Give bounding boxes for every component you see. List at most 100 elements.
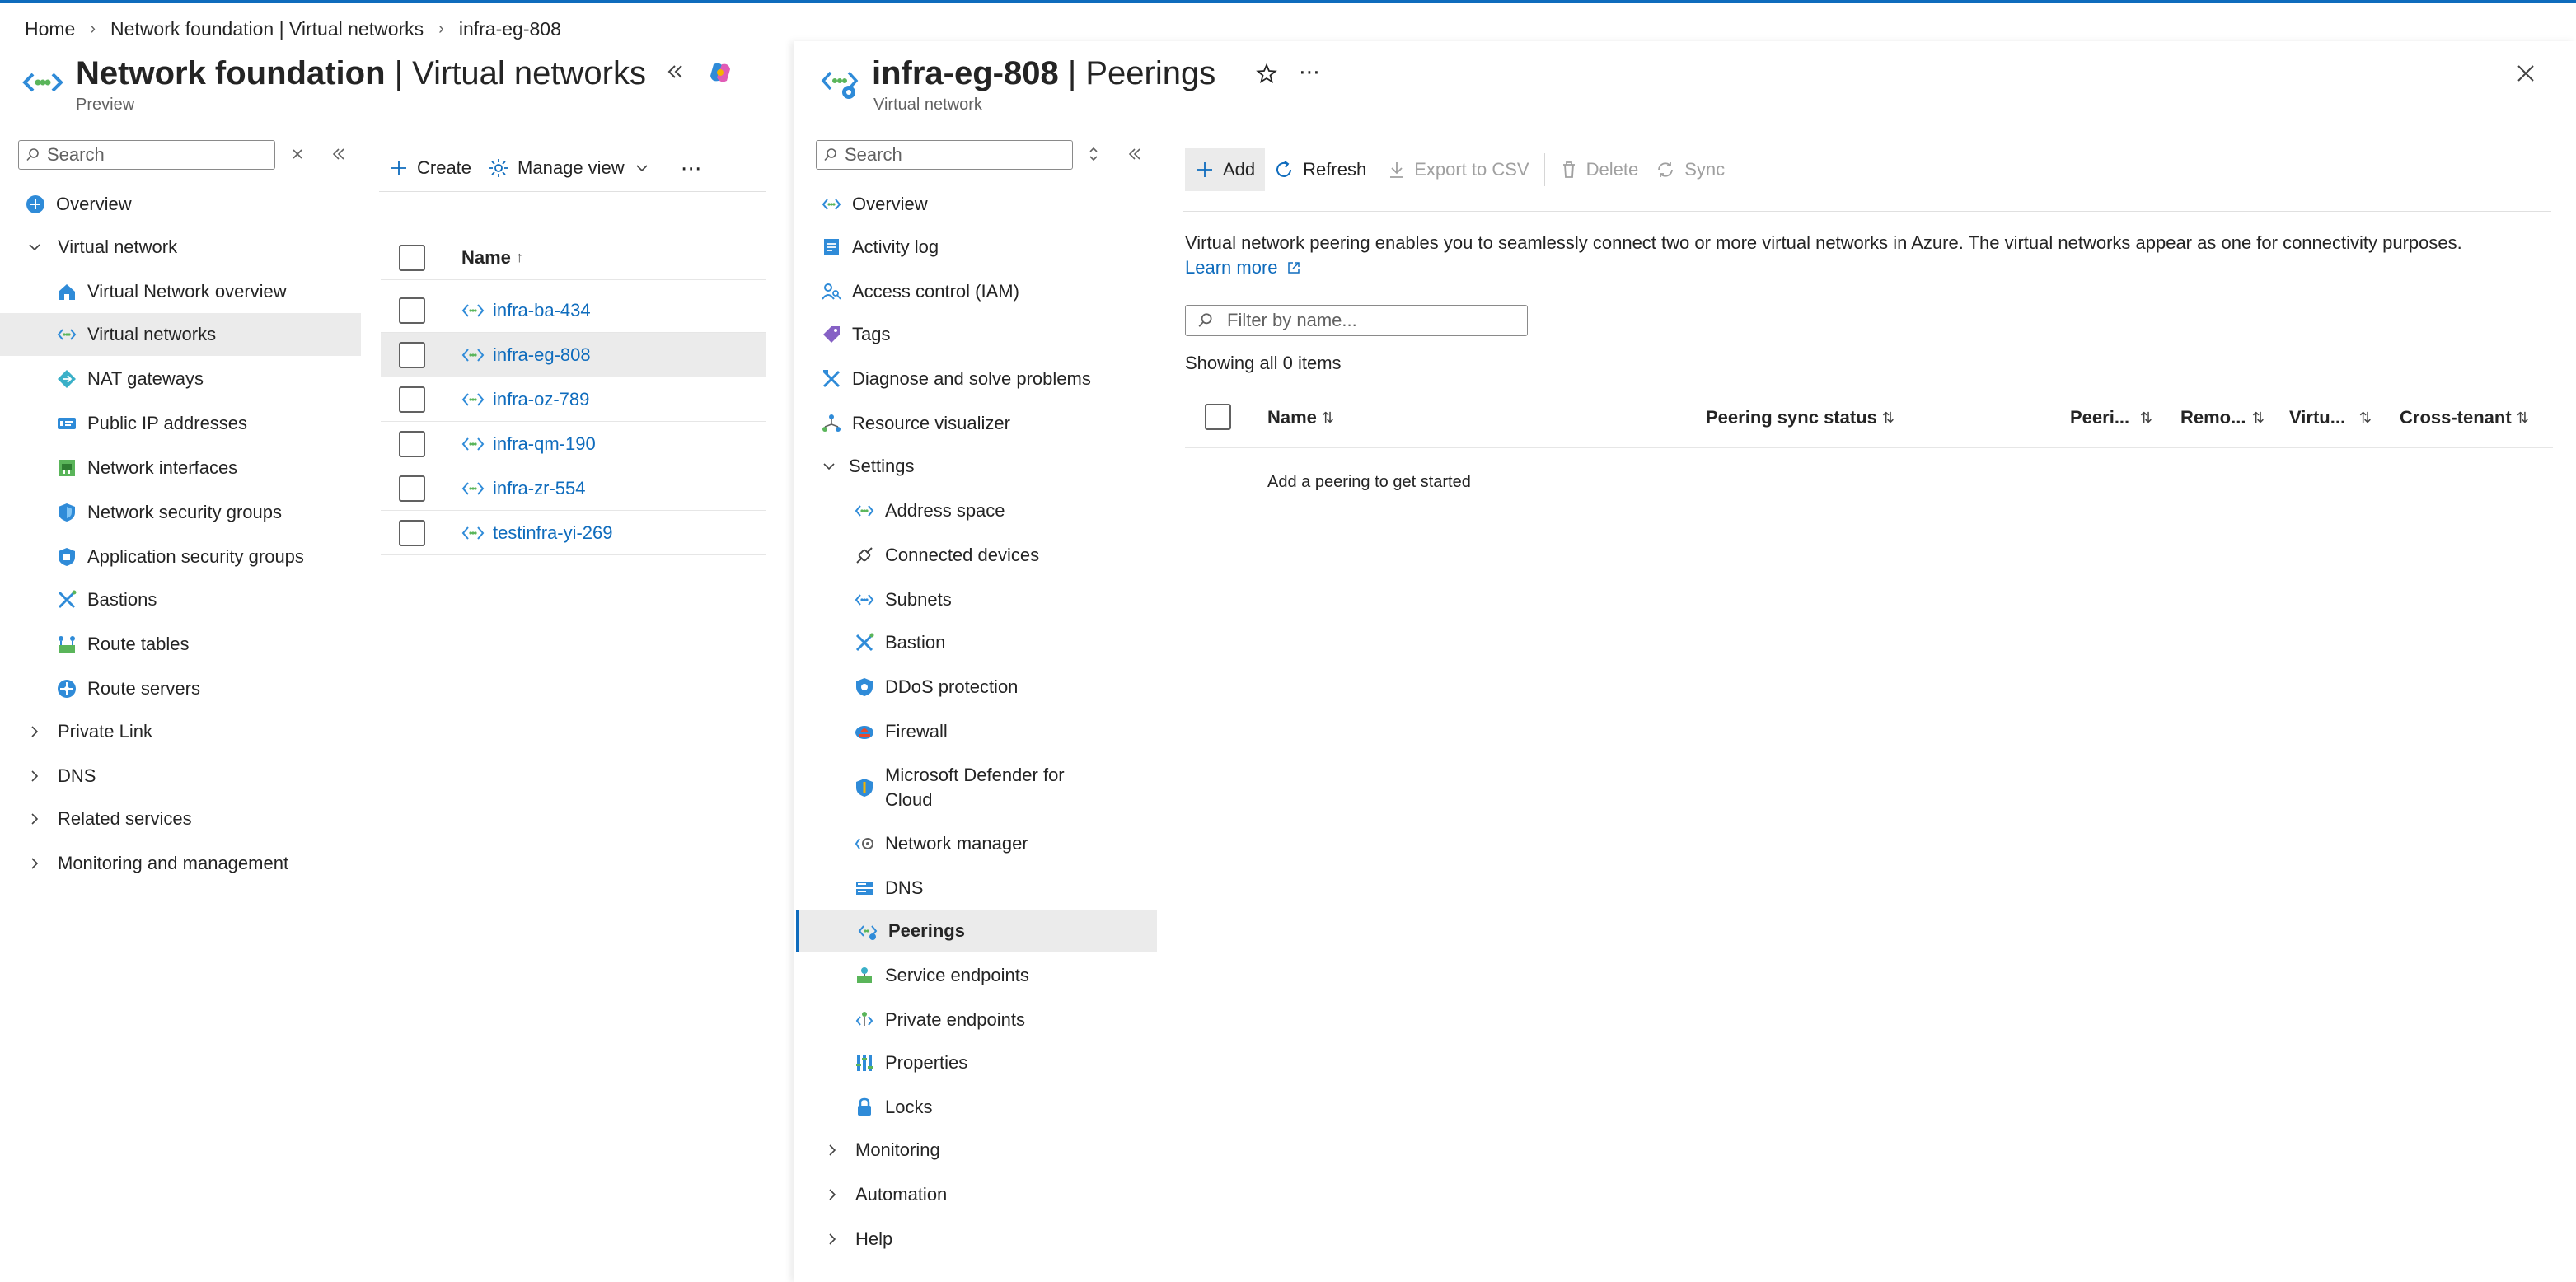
nav-virtual-networks[interactable]: Virtual networks xyxy=(0,313,361,356)
collapse-nav-icon[interactable] xyxy=(330,145,348,167)
table-row[interactable]: infra-ba-434 xyxy=(381,288,766,333)
nav-nsg[interactable]: Network security groups xyxy=(18,491,361,534)
select-all-peerings-checkbox[interactable] xyxy=(1205,404,1231,430)
menu-subnets[interactable]: Subnets xyxy=(816,578,1157,621)
menu-peerings[interactable]: Peerings xyxy=(796,910,1157,952)
menu-resource-visualizer[interactable]: Resource visualizer xyxy=(816,402,1157,445)
row-checkbox[interactable] xyxy=(399,430,425,457)
breadcrumb-home[interactable]: Home xyxy=(25,18,75,40)
menu-group-automation[interactable]: Automation xyxy=(816,1173,1157,1216)
add-peering-button[interactable]: Add xyxy=(1185,148,1266,191)
menu-address-space[interactable]: Address space xyxy=(816,489,1157,532)
manage-view-button[interactable]: Manage view xyxy=(480,148,658,188)
menu-private-endpoints[interactable]: Private endpoints xyxy=(816,999,1157,1041)
refresh-label: Refresh xyxy=(1303,159,1367,180)
menu-firewall[interactable]: Firewall xyxy=(816,710,1157,753)
row-checkbox[interactable] xyxy=(399,386,425,413)
menu-group-monitoring[interactable]: Monitoring xyxy=(816,1129,1157,1172)
filter-by-name-input[interactable]: Filter by name... xyxy=(1185,305,1528,336)
nav-asg-label: Application security groups xyxy=(87,546,304,567)
menu-overview[interactable]: Overview xyxy=(816,183,1157,226)
menu-activity-log-label: Activity log xyxy=(852,236,939,257)
left-nav-search-input[interactable]: Search xyxy=(18,140,275,170)
menu-group-settings[interactable]: Settings xyxy=(816,445,1157,488)
nav-network-interfaces[interactable]: Network interfaces xyxy=(18,447,361,489)
vnet-name-link[interactable]: infra-zr-554 xyxy=(493,478,585,499)
table-row[interactable]: infra-qm-190 xyxy=(381,422,766,466)
row-checkbox[interactable] xyxy=(399,519,425,546)
vnet-name-link[interactable]: testinfra-yi-269 xyxy=(493,522,613,544)
menu-network-manager-label: Network manager xyxy=(885,833,1028,854)
resource-menu-search-input[interactable]: Search xyxy=(816,140,1073,170)
menu-dns[interactable]: DNS xyxy=(816,867,1157,910)
expand-collapse-all-icon[interactable] xyxy=(1086,145,1101,167)
table-row[interactable]: testinfra-yi-269 xyxy=(381,511,766,555)
row-checkbox[interactable] xyxy=(399,297,425,324)
nav-overview[interactable]: Overview xyxy=(18,183,361,226)
menu-activity-log[interactable]: Activity log xyxy=(816,226,1157,269)
nav-nat-gateways[interactable]: NAT gateways xyxy=(18,358,361,400)
nav-group-related-services[interactable]: Related services xyxy=(18,798,361,840)
table-row[interactable]: infra-zr-554 xyxy=(381,466,766,511)
nav-asg[interactable]: Application security groups xyxy=(18,536,361,578)
vnet-name-link[interactable]: infra-ba-434 xyxy=(493,300,591,321)
nav-bastions[interactable]: Bastions xyxy=(18,578,361,621)
menu-bastion[interactable]: Bastion xyxy=(816,621,1157,664)
sync-button[interactable]: Sync xyxy=(1646,150,1733,189)
menu-service-endpoints[interactable]: Service endpoints xyxy=(816,954,1157,997)
nav-public-ip[interactable]: Public IP addresses xyxy=(18,402,361,445)
col-remote-header[interactable]: Remo... ⇅ xyxy=(2180,407,2265,428)
col-virtual-network-header[interactable]: Virtu... ⇅ xyxy=(2289,407,2372,428)
learn-more-label: Learn more xyxy=(1185,257,1278,278)
refresh-button[interactable]: Refresh xyxy=(1265,150,1375,189)
table-row[interactable]: infra-eg-808 xyxy=(381,333,766,377)
menu-diagnose[interactable]: Diagnose and solve problems xyxy=(816,358,1157,400)
row-checkbox[interactable] xyxy=(399,475,425,502)
clear-search-icon[interactable] xyxy=(290,147,305,166)
copilot-icon[interactable] xyxy=(707,59,733,90)
vnet-name-link[interactable]: infra-oz-789 xyxy=(493,389,589,410)
menu-connected-devices-label: Connected devices xyxy=(885,545,1040,565)
close-blade-icon[interactable] xyxy=(2515,63,2536,88)
menu-tags[interactable]: Tags xyxy=(816,313,1157,356)
col-peering-status-header[interactable]: Peeri... ⇅ xyxy=(2070,407,2152,428)
nav-group-monitoring-management[interactable]: Monitoring and management xyxy=(18,842,361,885)
create-button[interactable]: Create xyxy=(381,148,480,188)
star-favorite-icon[interactable] xyxy=(1256,63,1277,88)
nav-group-virtual-network[interactable]: Virtual network xyxy=(18,226,361,269)
col-peering-sync-status-header[interactable]: Peering sync status ⇅ xyxy=(1706,407,1895,428)
col-name-header[interactable]: Name ⇅ xyxy=(1267,407,1334,428)
menu-locks[interactable]: Locks xyxy=(816,1086,1157,1129)
name-column-header[interactable]: Name ↑ xyxy=(461,247,523,269)
blade-title: infra-eg-808 | Peerings xyxy=(872,51,1215,96)
menu-network-manager[interactable]: Network manager xyxy=(816,822,1157,865)
vnet-name-link[interactable]: infra-eg-808 xyxy=(493,344,591,366)
export-csv-button[interactable]: Export to CSV xyxy=(1379,150,1537,189)
delete-button[interactable]: Delete xyxy=(1552,150,1647,189)
menu-properties[interactable]: Properties xyxy=(816,1041,1157,1084)
col-name-label: Name xyxy=(1267,407,1317,428)
menu-iam[interactable]: Access control (IAM) xyxy=(816,270,1157,313)
table-row[interactable]: infra-oz-789 xyxy=(381,377,766,422)
nat-gateway-icon xyxy=(54,367,79,391)
menu-group-help[interactable]: Help xyxy=(816,1218,1157,1261)
blade-more-options-icon[interactable]: ⋯ xyxy=(1299,59,1322,85)
col-cross-tenant-header[interactable]: Cross-tenant ⇅ xyxy=(2400,407,2529,428)
collapse-menu-icon[interactable] xyxy=(1126,145,1144,167)
more-options-icon[interactable]: ⋯ xyxy=(672,148,712,188)
nav-route-tables[interactable]: Route tables xyxy=(18,623,361,666)
row-checkbox[interactable] xyxy=(399,341,425,368)
vnet-name-link[interactable]: infra-qm-190 xyxy=(493,433,596,455)
breadcrumb-network-foundation[interactable]: Network foundation | Virtual networks xyxy=(110,18,424,40)
breadcrumb-current[interactable]: infra-eg-808 xyxy=(459,18,561,40)
nav-route-servers[interactable]: Route servers xyxy=(18,667,361,710)
select-all-checkbox[interactable] xyxy=(399,244,425,271)
menu-defender[interactable]: Microsoft Defender for Cloud xyxy=(816,755,1157,821)
nav-group-private-link[interactable]: Private Link xyxy=(18,710,361,753)
collapse-double-chevron-icon[interactable] xyxy=(664,61,686,87)
menu-connected-devices[interactable]: Connected devices xyxy=(816,534,1157,577)
nav-group-dns[interactable]: DNS xyxy=(18,755,361,798)
learn-more-link[interactable]: Learn more xyxy=(1185,257,1301,278)
menu-ddos[interactable]: DDoS protection xyxy=(816,666,1157,709)
nav-vnet-overview[interactable]: Virtual Network overview xyxy=(18,270,361,313)
